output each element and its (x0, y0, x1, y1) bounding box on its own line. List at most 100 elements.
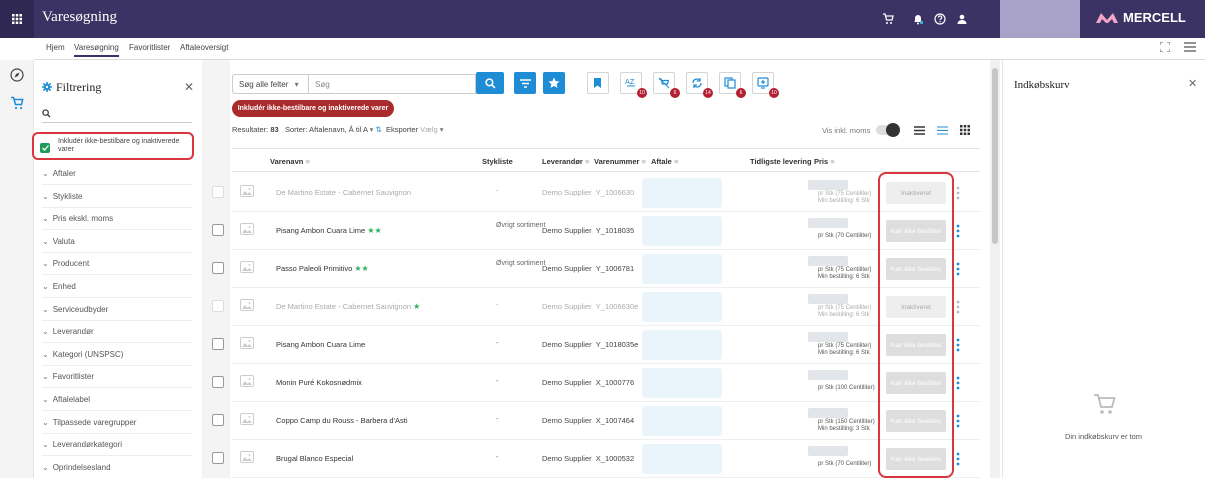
more-vertical-icon[interactable] (956, 224, 960, 238)
table-row[interactable]: Pisang Ambon Cuara Lime ★★ Øvrigt sortime… (212, 212, 980, 250)
cart-title: Indkøbskurv (1014, 79, 1070, 91)
filter-section[interactable]: ⌄ Aftaler (42, 163, 192, 185)
more-vertical-icon[interactable] (956, 414, 960, 428)
agreement-redacted (642, 406, 722, 436)
refresh-button[interactable]: 14 (686, 72, 713, 98)
chevron-down-icon: ⌄ (42, 191, 49, 201)
table-row[interactable]: Brugal Blanco Especial - Demo Supplier X_… (212, 440, 980, 478)
app-grid-button[interactable] (0, 0, 34, 38)
product-name-link[interactable]: Pisang Ambon Cuara Lime (276, 340, 365, 349)
favorites-button[interactable] (543, 72, 565, 94)
filter-section[interactable]: ⌄ Stykliste (42, 186, 192, 208)
fullscreen-button[interactable] (1160, 42, 1170, 52)
product-name-link[interactable]: De Martino Estate - Cabernet Sauvignon (276, 188, 411, 197)
row-checkbox[interactable] (212, 414, 224, 426)
filter-section[interactable]: ⌄ Tilpassede varegrupper (42, 412, 192, 434)
column-header-item-no[interactable]: Varenummer ≡ (594, 157, 646, 166)
sort-direction-icon[interactable]: ⇅ (376, 125, 384, 134)
filter-section[interactable]: ⌄ Serviceudbyder (42, 299, 192, 321)
include-inactive-chip[interactable]: Inkludér ikke-bestilbare og inaktiverede… (232, 100, 394, 117)
row-checkbox[interactable] (212, 186, 224, 198)
filter-section[interactable]: ⌄ Enhed (42, 276, 192, 298)
filter-section[interactable]: ⌄ Leverandørkategori (42, 434, 192, 457)
table-row[interactable]: Pisang Ambon Cuara Lime - Demo Supplier Y… (212, 326, 980, 364)
help-button[interactable] (932, 11, 948, 27)
user-account-box[interactable] (1000, 0, 1080, 38)
more-vertical-icon[interactable] (956, 376, 960, 390)
nav-item-aftaleoversigt[interactable]: Aftaleoversigt (180, 43, 228, 52)
nav-item-favoritlister[interactable]: Favoritlister (129, 43, 170, 52)
column-header-supplier[interactable]: Leverandør ≡ (542, 157, 589, 166)
user-button[interactable] (954, 11, 970, 27)
list-view-icon[interactable] (914, 125, 926, 135)
table-row[interactable]: Monin Puré Kokosnødmix - Demo Supplier X_… (212, 364, 980, 402)
compact-list-icon[interactable] (937, 126, 949, 135)
table-row[interactable]: Coppo Camp du Rouss - Barbera d'Asti - De… (212, 402, 980, 440)
explore-button[interactable] (10, 68, 24, 82)
more-vertical-icon[interactable] (956, 338, 960, 352)
search-button[interactable] (476, 72, 504, 94)
documents-button[interactable]: 6 (719, 72, 746, 98)
product-name-link[interactable]: Pisang Ambon Cuara Lime ★★ (276, 226, 382, 235)
more-vertical-icon[interactable] (956, 300, 960, 314)
export-select[interactable]: Vælg (420, 125, 438, 134)
nav-item-varesogning[interactable]: Varesøgning (74, 43, 119, 57)
column-header-name[interactable]: Varenavn ≡ (270, 157, 310, 166)
filter-search-input[interactable] (42, 105, 192, 123)
filter-section[interactable]: ⌄ Producent (42, 253, 192, 276)
filter-close-button[interactable]: ✕ (184, 80, 194, 94)
column-header-bom[interactable]: Stykliste (482, 157, 513, 166)
add-to-list-button[interactable]: 10 (752, 72, 779, 98)
filter-section[interactable]: ⌄ Valuta (42, 231, 192, 253)
include-inactive-checkbox[interactable]: Inkludér ikke-bestilbare og inaktiverede… (32, 132, 194, 160)
product-name-link[interactable]: Passo Paleoli Primitivo ★★ (276, 264, 369, 273)
more-vertical-icon[interactable] (956, 186, 960, 200)
product-name-link[interactable]: Brugal Blanco Especial (276, 454, 353, 463)
column-header-delivery[interactable]: Tidligste levering (750, 157, 812, 166)
search-field-select[interactable]: Søg alle felter ▾ (232, 74, 308, 94)
sort-az-button[interactable]: AZ 10 (620, 72, 647, 98)
vat-toggle[interactable] (876, 123, 901, 137)
grid-view-icon[interactable] (960, 125, 971, 135)
cart-filter-button[interactable]: 6 (653, 72, 680, 98)
notifications-button[interactable] (910, 11, 926, 27)
column-header-price[interactable]: Pris ≡ (814, 157, 835, 166)
filter-section[interactable]: ⌄ Kategori (UNSPSC) (42, 344, 192, 366)
filter-section[interactable]: ⌄ Pris ekskl. moms (42, 208, 192, 231)
left-sidebar (0, 60, 34, 478)
filter-section[interactable]: ⌄ Favoritlister (42, 366, 192, 389)
more-vertical-icon[interactable] (956, 452, 960, 466)
filter-toggle-button[interactable] (514, 72, 536, 94)
main-menu-button[interactable] (1184, 42, 1196, 52)
filter-section[interactable]: ⌄ Oprindelsesland (42, 457, 192, 478)
filter-section[interactable]: ⌄ Leverandør (42, 321, 192, 344)
scrollbar-thumb[interactable] (992, 68, 998, 244)
price-redacted (808, 218, 848, 228)
cart-close-button[interactable]: ✕ (1188, 77, 1197, 90)
row-checkbox[interactable] (212, 338, 224, 350)
more-vertical-icon[interactable] (956, 262, 960, 276)
filter-section[interactable]: ⌄ Aftalelabel (42, 389, 192, 411)
row-checkbox[interactable] (212, 452, 224, 464)
lists-button[interactable] (587, 72, 609, 94)
table-row[interactable]: Passo Paleoli Primitivo ★★ Øvrigt sortime… (212, 250, 980, 288)
column-header-agreement[interactable]: Aftale ≡ (651, 157, 678, 166)
row-checkbox[interactable] (212, 300, 224, 312)
side-cart-button[interactable] (10, 96, 24, 110)
filter-section-label: Aftalelabel (52, 395, 91, 404)
product-name-link[interactable]: Coppo Camp du Rouss - Barbera d'Asti (276, 416, 408, 425)
include-inactive-label: Inkludér ikke-bestilbare og inaktiverede… (58, 138, 180, 153)
sort-select[interactable]: Aftalenavn, Å til A (309, 125, 367, 134)
row-checkbox[interactable] (212, 262, 224, 274)
row-checkbox[interactable] (212, 376, 224, 388)
nav-item-hjem[interactable]: Hjem (46, 43, 65, 52)
product-name-link[interactable]: De Martino Estate - Cabernet Sauvignon ★ (276, 302, 420, 311)
gear-icon (42, 82, 52, 92)
product-name-link[interactable]: Monin Puré Kokosnødmix (276, 378, 362, 387)
table-row[interactable]: De Martino Estate - Cabernet Sauvignon -… (212, 174, 980, 212)
search-input[interactable]: Søg (308, 74, 476, 94)
table-row[interactable]: De Martino Estate - Cabernet Sauvignon ★… (212, 288, 980, 326)
row-checkbox[interactable] (212, 224, 224, 236)
cart-top-button[interactable] (880, 11, 896, 27)
chevron-down-icon: ⌄ (42, 282, 49, 291)
